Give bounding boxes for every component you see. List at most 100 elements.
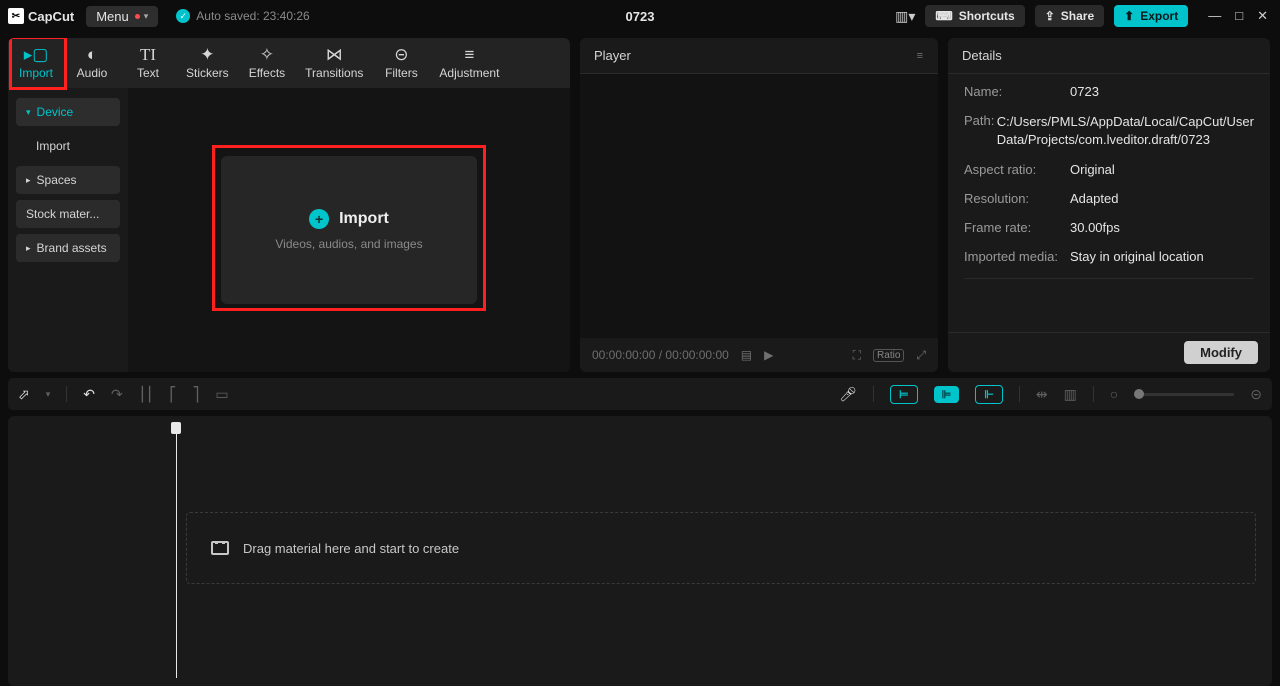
transitions-icon: ⋈ [326,46,343,63]
clip-icon [211,541,229,555]
adjustment-icon: ≡ [464,46,474,63]
tool-tabs: ▸▢ Import ◐ Audio TI Text ✦ Stickers ✧ E… [8,38,570,88]
menu-label: Menu [96,9,129,24]
app-logo: ✂ CapCut [8,8,74,24]
titlebar: ✂ CapCut Menu ▾ ✓ Auto saved: 23:40:26 0… [0,0,1280,32]
zoom-out-icon[interactable]: ○ [1110,386,1118,402]
layout-icon[interactable]: ▥▾ [895,8,915,25]
shortcuts-button[interactable]: ⌨ Shortcuts [925,5,1024,27]
window-controls: — □ ✕ [1204,8,1272,24]
timeline[interactable]: Drag material here and start to create [8,416,1272,686]
sidebar-item-brand-assets[interactable]: Brand assets [16,234,120,262]
player-title: Player [594,48,631,63]
redo-button[interactable]: ↷ [111,386,123,403]
sidebar-item-stock[interactable]: Stock mater... [16,200,120,228]
tab-audio[interactable]: ◐ Audio [64,38,120,88]
autosave-status: ✓ Auto saved: 23:40:26 [176,9,309,23]
delete-icon[interactable]: ▭ [215,386,228,403]
check-icon: ✓ [176,9,190,23]
pointer-mode-chevron-icon[interactable]: ▾ [46,389,51,400]
autosave-label: Auto saved: 23:40:26 [196,9,309,23]
undo-button[interactable]: ↶ [83,386,95,403]
mic-icon[interactable]: 🎤︎ [839,386,857,403]
filters-icon: ⊝ [394,46,408,63]
magnet-preview-toggle[interactable]: ⊩ [975,385,1003,404]
zoom-slider[interactable] [1134,393,1234,396]
player-controls: 00:00:00:00 / 00:00:00:00 ▤ ▶ ⛶ Ratio ⤢ [580,338,938,372]
titlebar-right: ▥▾ ⌨ Shortcuts ⇪ Share ⬆ Export — □ ✕ [895,5,1272,27]
ratio-button[interactable]: Ratio [873,349,904,362]
menu-button[interactable]: Menu ▾ [86,6,158,27]
app-name: CapCut [28,9,74,24]
import-area: + Import Videos, audios, and images [128,88,570,372]
project-title: 0723 [626,9,655,24]
play-button[interactable]: ▶ [764,348,773,362]
tab-stickers[interactable]: ✦ Stickers [176,38,239,88]
app-body: ▸▢ Import ◐ Audio TI Text ✦ Stickers ✧ E… [0,32,1280,378]
text-icon: TI [140,46,156,63]
maximize-button[interactable]: □ [1235,8,1243,24]
detail-row-path: Path:C:/Users/PMLS/AppData/Local/CapCut/… [964,113,1254,148]
import-title: Import [339,210,389,228]
audio-icon: ◐ [87,46,97,63]
sidebar-item-device[interactable]: Device [16,98,120,126]
modify-button[interactable]: Modify [1184,341,1258,364]
player-header: Player ≡ [580,38,938,74]
detail-row-aspect: Aspect ratio:Original [964,162,1254,177]
pointer-tool-icon[interactable]: ⬀ [18,386,30,403]
export-button[interactable]: ⬆ Export [1114,5,1188,27]
export-icon: ⬆ [1124,9,1134,23]
share-button[interactable]: ⇪ Share [1035,5,1104,27]
tab-filters[interactable]: ⊝ Filters [373,38,429,88]
close-button[interactable]: ✕ [1257,8,1268,24]
fullscreen-icon[interactable]: ⤢ [916,348,926,363]
notification-dot-icon [135,14,140,19]
split-icon[interactable]: ⎮⎮ [139,386,154,403]
import-subtitle: Videos, audios, and images [275,237,422,251]
detail-row-resolution: Resolution:Adapted [964,191,1254,206]
effects-icon: ✧ [260,46,274,63]
trim-left-icon[interactable]: ⎡ [169,386,176,403]
tab-import[interactable]: ▸▢ Import [8,38,64,88]
detail-row-fps: Frame rate:30.00fps [964,220,1254,235]
timeline-drop-hint[interactable]: Drag material here and start to create [186,512,1256,584]
details-footer: Modify [948,332,1270,372]
plus-icon: + [309,209,329,229]
tab-text[interactable]: TI Text [120,38,176,88]
tab-effects[interactable]: ✧ Effects [239,38,295,88]
player-panel: Player ≡ 00:00:00:00 / 00:00:00:00 ▤ ▶ ⛶… [580,38,938,372]
details-body: Name:0723 Path:C:/Users/PMLS/AppData/Loc… [948,74,1270,332]
media-panel: ▸▢ Import ◐ Audio TI Text ✦ Stickers ✧ E… [8,38,570,372]
detail-row-name: Name:0723 [964,84,1254,99]
details-header: Details [948,38,1270,74]
timeline-hint-text: Drag material here and start to create [243,541,459,556]
magnet-linked-toggle[interactable]: ⊫ [934,386,960,403]
align-icon[interactable]: ⇹ [1036,386,1048,403]
player-viewport[interactable] [580,74,938,338]
zoom-in-icon[interactable]: ⊝ [1250,386,1262,403]
detail-row-imported-media: Imported media:Stay in original location [964,249,1254,264]
track-options-icon[interactable]: ▥ [1064,386,1077,403]
player-timecode: 00:00:00:00 / 00:00:00:00 [592,348,729,362]
magnet-main-toggle[interactable]: ⊨ [890,385,918,404]
media-sidebar: Device Import Spaces Stock mater... Bran… [8,88,128,372]
timeline-toolbar: ⬀ ▾ ↶ ↷ ⎮⎮ ⎡ ⎤ ▭ 🎤︎ ⊨ ⊫ ⊩ ⇹ ▥ ○ ⊝ [8,378,1272,410]
details-title: Details [962,48,1002,63]
sticker-icon: ✦ [200,46,214,63]
import-icon: ▸▢ [24,46,49,63]
crop-icon[interactable]: ⛶ [853,348,861,363]
tab-transitions[interactable]: ⋈ Transitions [295,38,373,88]
chevron-down-icon: ▾ [144,11,149,22]
share-icon: ⇪ [1045,9,1055,23]
logo-icon: ✂ [8,8,24,24]
keyboard-icon: ⌨ [935,9,952,23]
player-menu-icon[interactable]: ≡ [917,50,924,62]
media-content: Device Import Spaces Stock mater... Bran… [8,88,570,372]
trim-right-icon[interactable]: ⎤ [192,386,199,403]
sidebar-item-import[interactable]: Import [16,132,120,160]
compare-icon[interactable]: ▤ [741,348,752,362]
minimize-button[interactable]: — [1208,8,1221,24]
tab-adjustment[interactable]: ≡ Adjustment [429,38,509,88]
sidebar-item-spaces[interactable]: Spaces [16,166,120,194]
import-dropzone[interactable]: + Import Videos, audios, and images [221,156,477,304]
